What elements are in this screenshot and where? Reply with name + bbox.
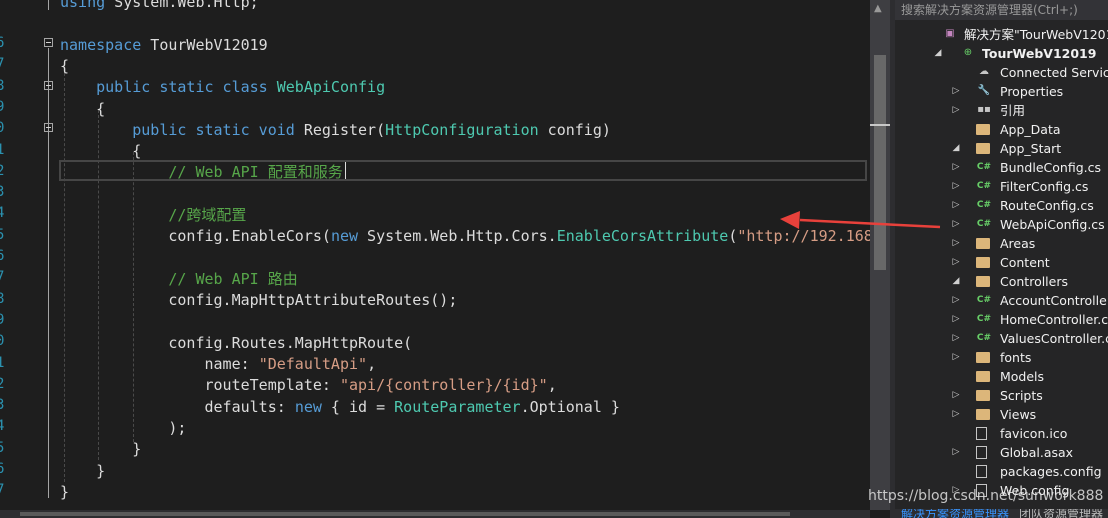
annotation-arrow (780, 211, 941, 229)
watermark: https://blog.csdn.net/sunwork888 (868, 488, 1104, 504)
